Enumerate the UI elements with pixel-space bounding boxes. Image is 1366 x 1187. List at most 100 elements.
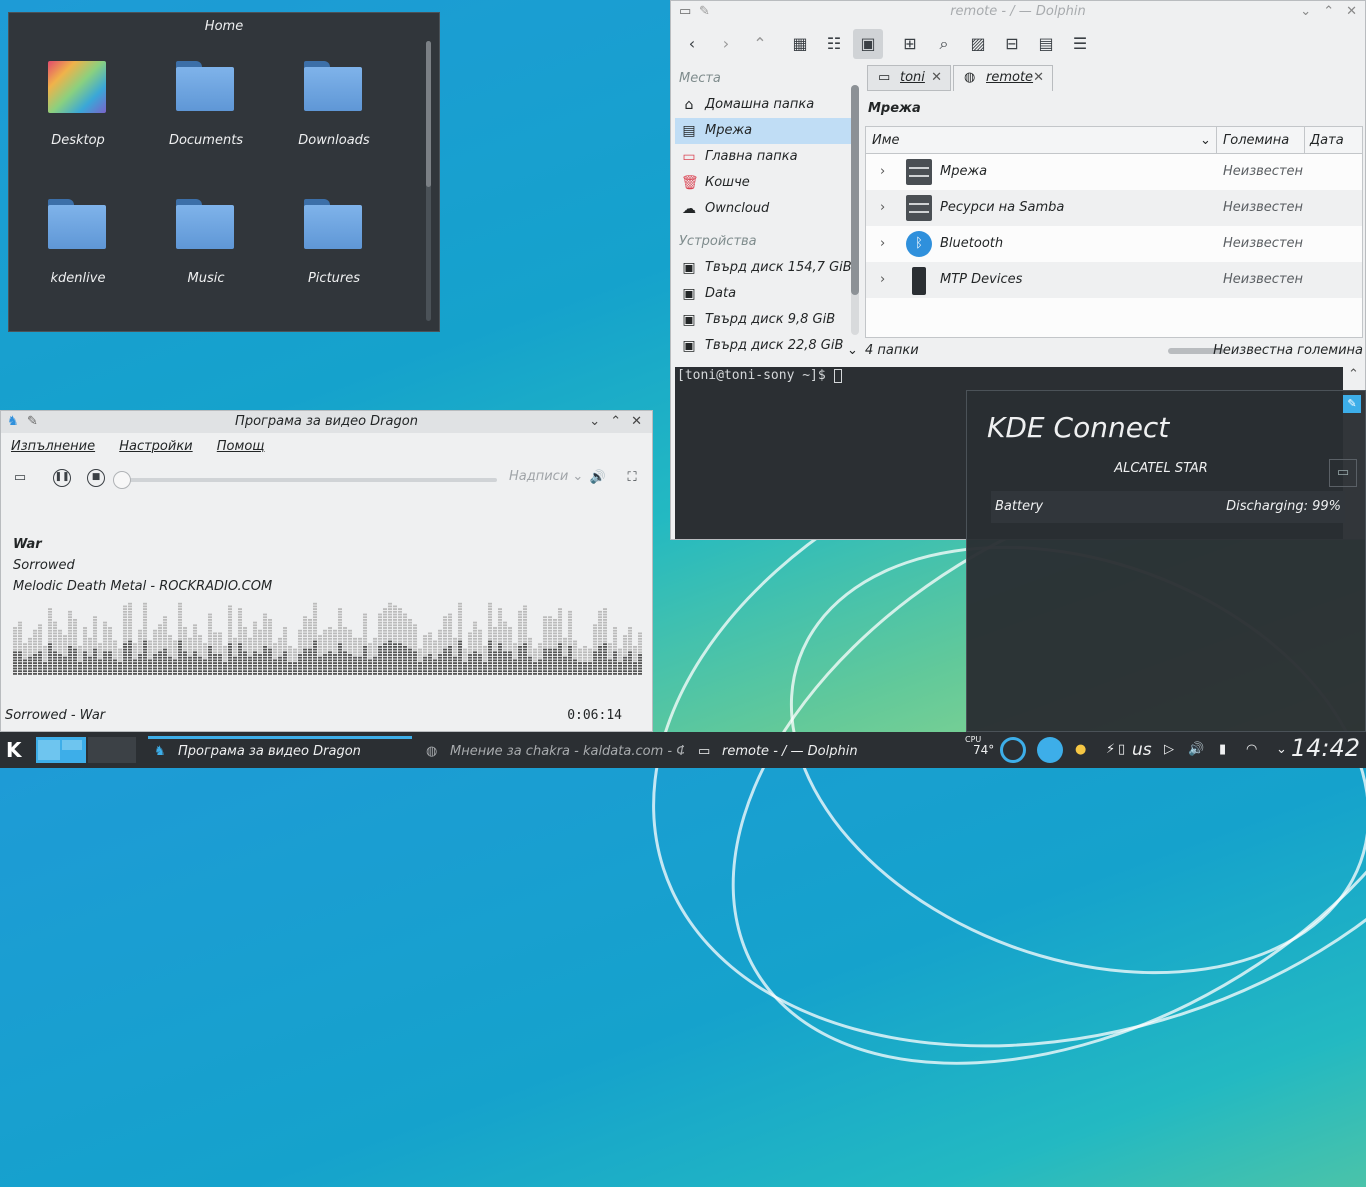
downloads-folder[interactable]: Downloads (279, 59, 389, 148)
brightness-icon[interactable]: ● (1075, 732, 1086, 768)
window-titlebar[interactable]: ▭ ✎ remote - / — Dolphin ⌄⌃✕ (671, 1, 1365, 25)
tray-expand-icon[interactable]: ⌄ (1276, 732, 1287, 768)
volume-icon[interactable]: 🔊 (1188, 732, 1204, 768)
input-icon[interactable]: ▯ (1118, 732, 1125, 768)
places-scrollbar[interactable] (851, 85, 859, 335)
maximize-icon[interactable]: ⌃ (1323, 4, 1346, 19)
subtitles-dropdown[interactable]: Надписи ⌄ (509, 469, 583, 484)
sort-chevron-icon[interactable]: ⌄ (1200, 133, 1211, 148)
table-row[interactable]: › Мрежа Неизвестен (866, 154, 1362, 190)
scroll-up-icon[interactable]: ⌃ (1348, 367, 1359, 382)
forward-button[interactable]: › (711, 29, 741, 59)
device-notifier-icon[interactable]: ▮ (1219, 732, 1226, 768)
places-header: Места (679, 71, 721, 86)
tab-toni[interactable]: ▭ toni ✕ (867, 65, 951, 91)
pin-icon[interactable]: ✎ (27, 411, 38, 433)
column-size[interactable]: Големина (1223, 133, 1289, 148)
open-file-button[interactable]: ▭ (9, 467, 31, 489)
pin-icon[interactable]: ✎ (1343, 395, 1361, 413)
menu-settings[interactable]: Настройки (119, 439, 192, 454)
kde-connect-icon[interactable] (1037, 737, 1063, 763)
panel-button[interactable]: ▤ (1031, 29, 1061, 59)
place-owncloud[interactable]: ☁ Owncloud (675, 196, 857, 222)
details-view-button[interactable]: ▣ (853, 29, 883, 59)
seek-knob[interactable] (113, 471, 131, 489)
footer-track: Sorrowed - War (5, 708, 106, 723)
place-home[interactable]: ⌂ Домашна папка (675, 92, 857, 118)
task-dragon[interactable]: ♞ Програма за видео Dragon (148, 732, 416, 768)
phone-icon (912, 267, 926, 295)
pin-icon[interactable]: ✎ (699, 1, 710, 23)
documents-folder[interactable]: Documents (151, 59, 261, 148)
maximize-icon[interactable]: ⌃ (610, 414, 631, 429)
menu-play[interactable]: Изпълнение (11, 439, 95, 454)
split-button[interactable]: ⊟ (997, 29, 1027, 59)
minimize-icon[interactable]: ⌄ (1300, 4, 1323, 19)
widget-scrollbar[interactable] (426, 41, 431, 321)
menu-bar: Изпълнение Настройки Помощ (1, 433, 652, 461)
search-button[interactable]: ⌕ (929, 29, 959, 59)
kde-connect-popup: ✎ KDE Connect ALCATEL STAR ▭ Battery Dis… (966, 390, 1366, 732)
column-name[interactable]: Име (872, 133, 900, 148)
device-item[interactable]: ▣ Data (675, 281, 857, 307)
desktop-folder[interactable]: Desktop (23, 59, 133, 148)
media-play-icon[interactable]: ▷ (1164, 732, 1174, 768)
trash-icon: 🗑 (681, 175, 699, 191)
expand-icon[interactable]: › (880, 200, 885, 215)
volume-button[interactable]: 🔊 (587, 467, 609, 489)
close-tab-icon[interactable]: ✕ (931, 66, 942, 90)
desktop-pager-1[interactable] (36, 737, 86, 763)
network-wifi-icon[interactable]: ◠ (1246, 732, 1257, 768)
stop-button[interactable]: ■ (87, 469, 105, 487)
table-row[interactable]: › Ресурси на Samba Неизвестен (866, 190, 1362, 226)
browse-device-button[interactable]: ▭ (1329, 459, 1357, 487)
place-trash[interactable]: 🗑 Кошче (675, 170, 857, 196)
task-dolphin[interactable]: ▭ remote - / — Dolphin (692, 732, 954, 768)
folder-icon (304, 197, 364, 253)
menu-help[interactable]: Помощ (217, 439, 265, 454)
desktop-pager-2[interactable] (88, 737, 136, 763)
tab-remote[interactable]: ◍ remote ✕ (953, 65, 1053, 91)
settings-button[interactable]: ☰ (1065, 29, 1095, 59)
table-row[interactable]: › MTP Devices Неизвестен (866, 262, 1362, 298)
battery-icon[interactable]: ⚡ (1106, 732, 1115, 768)
expand-icon[interactable]: › (880, 236, 885, 251)
kdenlive-folder[interactable]: kdenlive (23, 197, 133, 286)
device-item[interactable]: ▣ Твърд диск 9,8 GiB (675, 307, 857, 333)
device-item[interactable]: ▣ Твърд диск 154,7 GiB (675, 255, 857, 281)
up-button[interactable]: ⌃ (745, 29, 775, 59)
icons-view-button[interactable]: ▦ (785, 29, 815, 59)
expand-icon[interactable]: › (880, 164, 885, 179)
back-button[interactable]: ‹ (677, 29, 707, 59)
seek-slider[interactable] (113, 471, 497, 489)
task-browser[interactable]: ◍ Мнение за chakra - kaldata.com - Фор (420, 732, 684, 768)
places-panel: Места ⌂ Домашна папка ▤ Мрежа ▭ Главна папк… (675, 65, 859, 365)
pause-button[interactable]: ❚❚ (53, 469, 71, 487)
place-network[interactable]: ▤ Мрежа (675, 118, 857, 144)
window-titlebar[interactable]: ♞ ✎ Програма за видео Dragon ⌄⌃✕ (1, 411, 652, 433)
audio-visualizer (13, 602, 642, 675)
close-icon[interactable]: ✕ (631, 414, 642, 429)
keyboard-layout[interactable]: us (1132, 732, 1152, 768)
pictures-folder[interactable]: Pictures (279, 197, 389, 286)
server-icon (906, 195, 932, 221)
close-tab-icon[interactable]: ✕ (1033, 66, 1044, 90)
minimize-icon[interactable]: ⌄ (589, 414, 610, 429)
place-root[interactable]: ▭ Главна папка (675, 144, 857, 170)
fullscreen-button[interactable]: ⛶ (621, 467, 643, 489)
chevron-down-icon[interactable]: ⌄ (847, 343, 858, 358)
compact-view-button[interactable]: ☷ (819, 29, 849, 59)
clock[interactable]: 14:42 (1291, 734, 1360, 762)
table-row[interactable]: › ᛒ Bluetooth Неизвестен (866, 226, 1362, 262)
preview-button[interactable]: ▨ (963, 29, 993, 59)
new-folder-button[interactable]: ⊞ (895, 29, 925, 59)
item-label: Documents (168, 133, 244, 148)
kde-menu-icon[interactable]: K (6, 738, 28, 762)
cpu-monitor-icon[interactable] (1000, 737, 1026, 763)
close-icon[interactable]: ✕ (1346, 4, 1357, 19)
expand-icon[interactable]: › (880, 272, 885, 287)
device-item[interactable]: ▣ Твърд диск 22,8 GiB (675, 333, 857, 359)
music-folder[interactable]: Music (151, 197, 261, 286)
column-date[interactable]: Дата (1310, 133, 1344, 148)
cloud-icon: ☁ (682, 201, 696, 217)
